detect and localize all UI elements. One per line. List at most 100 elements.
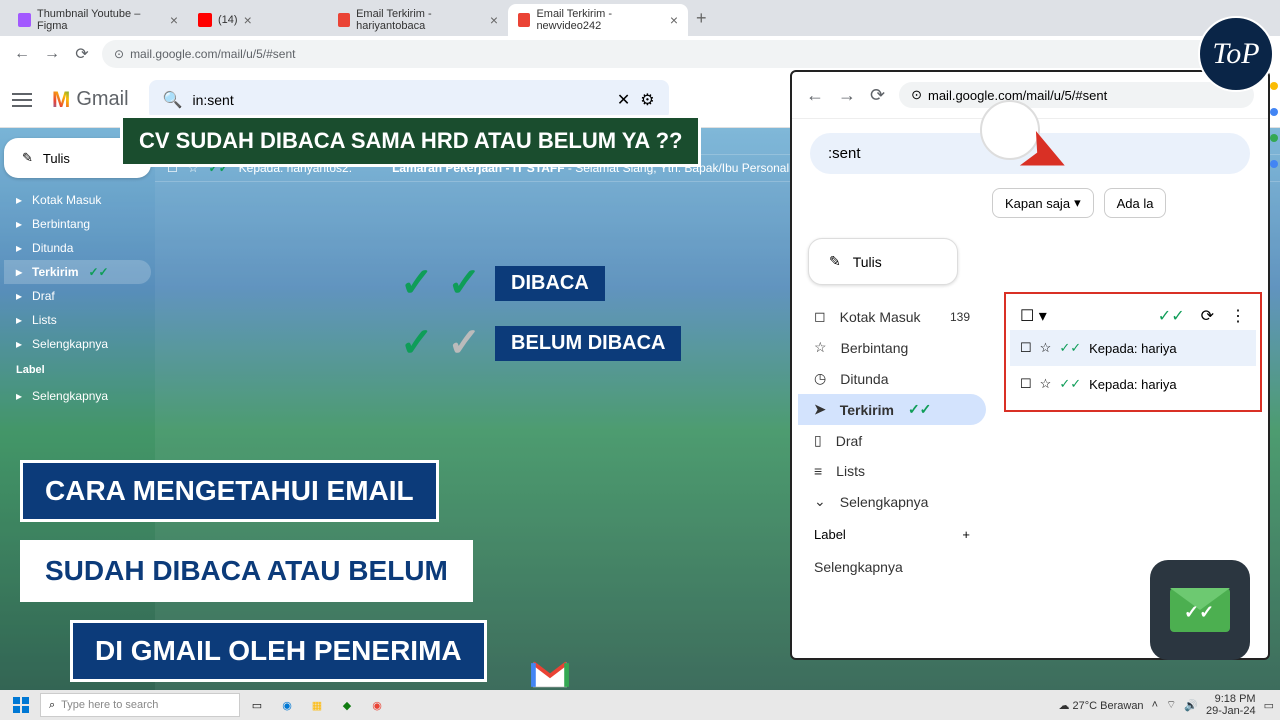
zoom-sidebar-starred[interactable]: ☆Berbintang	[798, 332, 986, 363]
overlay-question-banner: CV SUDAH DIBACA SAMA HRD ATAU BELUM YA ?…	[120, 115, 701, 167]
app-icon[interactable]: ◆	[334, 692, 360, 718]
zoom-message-row[interactable]: ☐ ☆ ✓✓ Kepada: hariya	[1010, 366, 1256, 402]
add-icon[interactable]: +	[962, 527, 970, 542]
filter-other-pill[interactable]: Ada la	[1104, 188, 1167, 218]
read-status-icon: ✓✓	[1059, 376, 1081, 392]
gmail-icon	[338, 13, 350, 27]
select-all-checkbox[interactable]: ☐ ▾	[1020, 306, 1047, 326]
compose-label: Tulis	[43, 151, 70, 166]
browser-tab-active[interactable]: Email Terkirim - newvideo242×	[508, 4, 688, 36]
browser-toolbar: ← → ⟳ ⊙ mail.google.com/mail/u/5/#sent ☆	[0, 36, 1280, 72]
double-check-icon: ✓✓	[89, 265, 109, 279]
pencil-icon: ✎	[22, 150, 33, 166]
search-icon: 🔍	[163, 90, 183, 110]
tab-title: (14)	[218, 14, 238, 26]
task-view-icon[interactable]: ▭	[244, 692, 270, 718]
app-icon[interactable]	[1270, 160, 1278, 168]
search-input[interactable]	[192, 92, 606, 108]
star-icon: ☆	[814, 339, 827, 356]
zoom-message-row[interactable]: ☐☆ ✓✓ Kepada: hariya	[1010, 330, 1256, 366]
edge-icon[interactable]: ◉	[274, 692, 300, 718]
zoom-sidebar-lists[interactable]: ≡Lists	[798, 456, 986, 486]
start-button[interactable]	[6, 691, 36, 719]
tray-chevron-icon[interactable]: ˄	[1152, 699, 1158, 711]
refresh-icon[interactable]: ⟳	[1201, 306, 1214, 326]
chrome-icon[interactable]: ◉	[364, 692, 390, 718]
close-icon[interactable]: ×	[170, 12, 178, 28]
explorer-icon[interactable]: ▦	[304, 692, 330, 718]
grey-check-icon: ✓	[448, 320, 482, 366]
zoom-sidebar-draft[interactable]: ▯Draf	[798, 425, 986, 456]
read-status-icon: ✓✓	[1059, 340, 1081, 356]
close-icon[interactable]: ×	[490, 12, 498, 28]
sidebar-lists[interactable]: ▸ Lists	[4, 308, 151, 332]
gmail-brand-text: Gmail	[76, 88, 128, 111]
taskbar-search[interactable]: ⌕Type here to search	[40, 693, 240, 717]
notification-icon[interactable]: ▭	[1264, 699, 1274, 712]
zoom-sidebar-sent[interactable]: ➤Terkirim ✓✓	[798, 394, 986, 425]
close-icon[interactable]: ×	[670, 12, 678, 28]
site-icon: ⊙	[911, 87, 922, 103]
sidebar-label-more[interactable]: ▸ Selengkapnya	[4, 384, 151, 408]
pencil-icon: ✎	[829, 253, 841, 270]
app-icon[interactable]	[1270, 82, 1278, 90]
windows-taskbar: ⌕Type here to search ▭ ◉ ▦ ◆ ◉ ☁ 27°C Be…	[0, 690, 1280, 720]
zoom-sidebar-more[interactable]: ⌄Selengkapnya	[798, 486, 986, 517]
clear-icon[interactable]: ✕	[617, 90, 630, 110]
zoom-sidebar: ✎Tulis ◻Kotak Masuk139 ☆Berbintang ◷Ditu…	[792, 232, 992, 588]
sidebar-inbox[interactable]: ▸ Kotak Masuk	[4, 188, 151, 212]
zoom-toolbar: ☐ ▾ ✓✓ ⟳ ⋮	[1010, 302, 1256, 330]
address-bar[interactable]: ⊙ mail.google.com/mail/u/5/#sent	[102, 40, 1238, 68]
browser-tab[interactable]: Thumbnail Youtube – Figma ×	[8, 4, 188, 36]
clock-icon: ◷	[814, 370, 826, 387]
double-check-icon: ✓✓	[1158, 306, 1185, 326]
reload-button[interactable]: ⟳	[72, 44, 92, 64]
browser-tab[interactable]: Email Terkirim - hariyantobaca×	[328, 4, 508, 36]
sidebar-more[interactable]: ▸ Selengkapnya	[4, 332, 151, 356]
checkbox-icon[interactable]: ☐	[1020, 376, 1032, 392]
inbox-count: 139	[950, 310, 970, 324]
zoom-search-text: :sent	[828, 145, 861, 162]
sidebar-draft[interactable]: ▸ Draf	[4, 284, 151, 308]
weather-widget[interactable]: ☁ 27°C Berawan	[1058, 699, 1143, 712]
green-check-icon: ✓	[400, 260, 434, 306]
forward-button[interactable]: →	[42, 44, 62, 64]
sidebar-starred[interactable]: ▸ Berbintang	[4, 212, 151, 236]
more-icon[interactable]: ⋮	[1230, 306, 1246, 326]
mailtrack-app-icon: ✓✓	[1150, 560, 1250, 660]
zoom-sidebar-snoozed[interactable]: ◷Ditunda	[798, 363, 986, 394]
back-button[interactable]: ←	[806, 85, 824, 106]
check-legend: ✓ ✓ DIBACA ✓ ✓ BELUM DIBACA	[400, 260, 681, 380]
zoom-label-header: Label+	[798, 517, 986, 552]
double-check-icon: ✓✓	[908, 401, 931, 418]
new-tab-button[interactable]: +	[688, 8, 715, 29]
clock[interactable]: 9:18 PM29-Jan-24	[1206, 693, 1256, 717]
wifi-icon[interactable]: ⌔	[1166, 698, 1176, 712]
zoom-label-more[interactable]: Selengkapnya	[798, 552, 986, 582]
lock-icon: ⊙	[114, 47, 124, 61]
app-icon[interactable]	[1270, 134, 1278, 142]
star-icon[interactable]: ☆	[1040, 340, 1052, 356]
browser-tab[interactable]: (14) ×	[188, 4, 328, 36]
reload-button[interactable]: ⟳	[870, 85, 885, 106]
search-box[interactable]: 🔍 ✕ ⚙	[149, 80, 669, 120]
sidebar-sent[interactable]: ▸ Terkirim ✓✓	[4, 260, 151, 284]
back-button[interactable]: ←	[12, 44, 32, 64]
zoom-compose-button[interactable]: ✎Tulis	[808, 238, 958, 285]
volume-icon[interactable]: 🔊	[1184, 699, 1198, 712]
close-icon[interactable]: ×	[244, 12, 252, 28]
checkbox-icon[interactable]: ☐	[1020, 340, 1032, 356]
zoom-url[interactable]: ⊙mail.google.com/mail/u/5/#sent	[899, 82, 1254, 108]
sidebar-snoozed[interactable]: ▸ Ditunda	[4, 236, 151, 260]
overlay-title-1: CARA MENGETAHUI EMAIL	[20, 460, 439, 522]
forward-button[interactable]: →	[838, 85, 856, 106]
tab-title: Thumbnail Youtube – Figma	[37, 8, 164, 32]
zoom-sidebar-inbox[interactable]: ◻Kotak Masuk139	[798, 301, 986, 332]
menu-icon[interactable]	[12, 93, 32, 107]
filter-icon[interactable]: ⚙	[640, 90, 654, 110]
browser-tab-strip: Thumbnail Youtube – Figma × (14) × Email T…	[0, 0, 1280, 36]
app-icon[interactable]	[1270, 108, 1278, 116]
unread-label: BELUM DIBACA	[495, 326, 681, 361]
zoom-message-to: Kepada: hariya	[1089, 377, 1176, 392]
star-icon[interactable]: ☆	[1040, 376, 1052, 392]
